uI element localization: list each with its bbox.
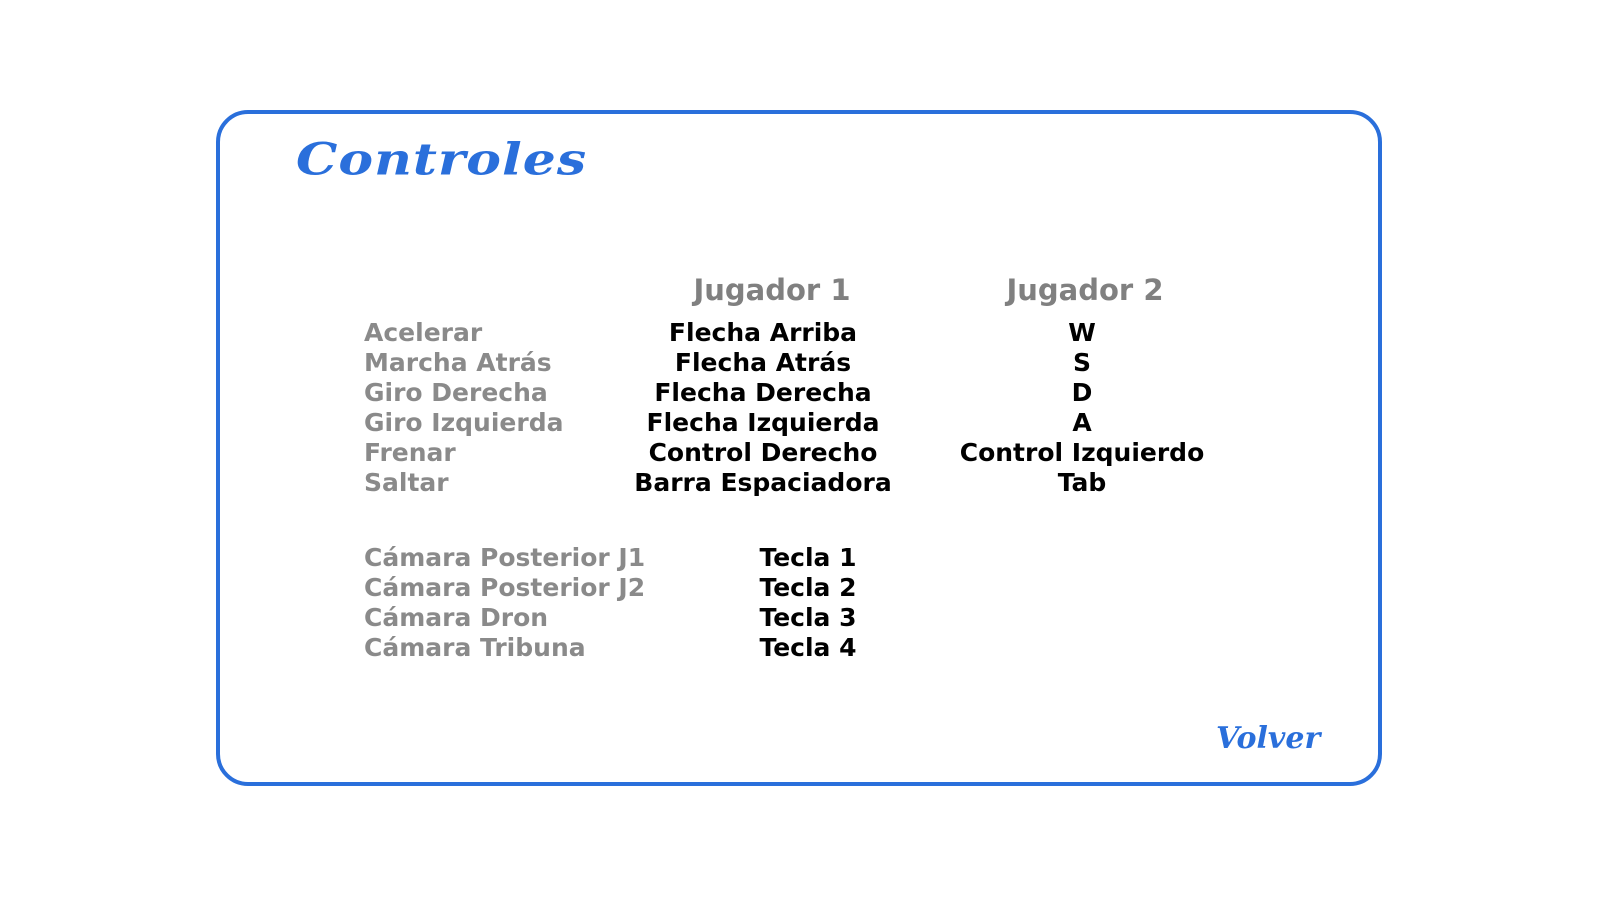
- action-label: Saltar: [364, 468, 449, 497]
- camera-row-rear-p1: Cámara Posterior J1 Tecla 1: [0, 543, 1600, 573]
- camera-label: Cámara Posterior J1: [364, 543, 646, 572]
- camera-key: Tecla 2: [759, 573, 857, 602]
- control-row-turn-right: Giro Derecha Flecha Derecha D: [0, 378, 1600, 408]
- action-label: Frenar: [364, 438, 456, 467]
- player1-key: Barra Espaciadora: [634, 468, 892, 497]
- player1-key: Flecha Arriba: [668, 318, 858, 347]
- player2-key: Tab: [1057, 468, 1107, 497]
- player2-key: W: [1068, 318, 1096, 347]
- player1-key: Flecha Derecha: [654, 378, 872, 407]
- player2-key: A: [1072, 408, 1092, 437]
- camera-row-stands: Cámara Tribuna Tecla 4: [0, 633, 1600, 663]
- camera-label: Cámara Dron: [364, 603, 549, 632]
- camera-key: Tecla 1: [759, 543, 857, 572]
- action-label: Giro Derecha: [364, 378, 548, 407]
- control-row-brake: Frenar Control Derecho Control Izquierdo: [0, 438, 1600, 468]
- player2-header: Jugador 2: [1006, 273, 1164, 307]
- control-row-turn-left: Giro Izquierda Flecha Izquierda A: [0, 408, 1600, 438]
- player1-key: Control Derecho: [648, 438, 878, 467]
- player2-key: D: [1071, 378, 1093, 407]
- camera-row-rear-p2: Cámara Posterior J2 Tecla 2: [0, 573, 1600, 603]
- player2-key: S: [1072, 348, 1091, 377]
- control-row-reverse: Marcha Atrás Flecha Atrás S: [0, 348, 1600, 378]
- control-row-accelerate: Acelerar Flecha Arriba W: [0, 318, 1600, 348]
- action-label: Acelerar: [364, 318, 483, 347]
- page-title: Controles: [296, 133, 588, 186]
- back-button[interactable]: Volver: [1216, 724, 1320, 754]
- player1-header: Jugador 1: [693, 273, 851, 307]
- player1-key: Flecha Atrás: [674, 348, 852, 377]
- camera-key: Tecla 4: [759, 633, 857, 662]
- camera-row-drone: Cámara Dron Tecla 3: [0, 603, 1600, 633]
- player1-key: Flecha Izquierda: [646, 408, 880, 437]
- player2-key: Control Izquierdo: [959, 438, 1205, 467]
- camera-label: Cámara Tribuna: [364, 633, 586, 662]
- camera-label: Cámara Posterior J2: [364, 573, 646, 602]
- control-row-jump: Saltar Barra Espaciadora Tab: [0, 468, 1600, 498]
- action-label: Giro Izquierda: [364, 408, 564, 437]
- action-label: Marcha Atrás: [364, 348, 552, 377]
- camera-key: Tecla 3: [759, 603, 857, 632]
